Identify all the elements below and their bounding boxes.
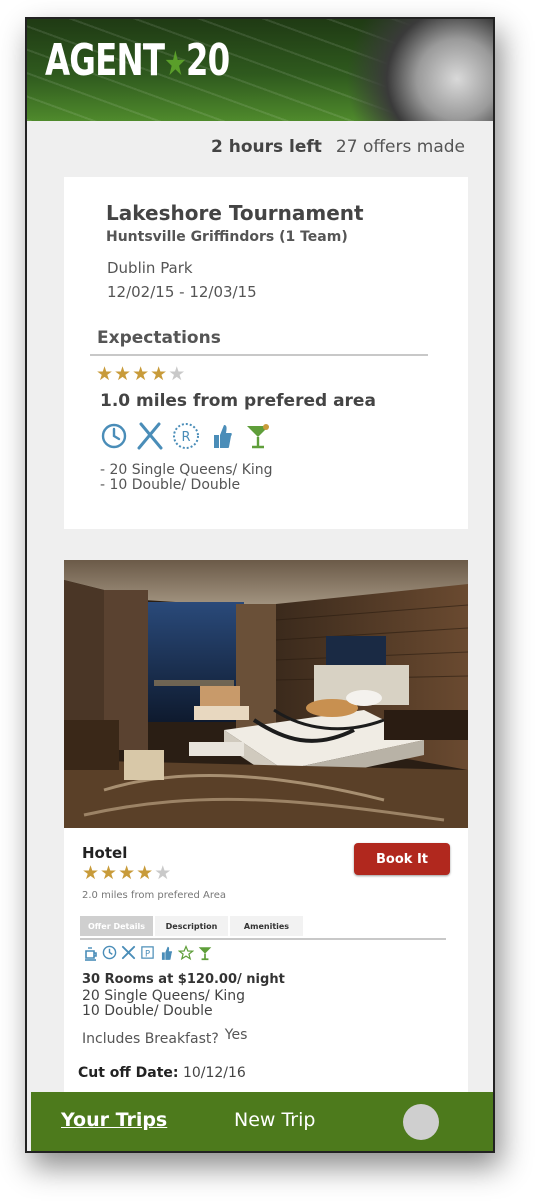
header-banner: AGENT★20 (27, 19, 493, 121)
cocktail-icon (244, 421, 272, 451)
clock-icon (101, 944, 118, 961)
breakfast-label: Includes Breakfast? (82, 1031, 219, 1047)
bottom-nav: Your Trips New Trip (31, 1092, 493, 1151)
parking-icon: P (139, 944, 156, 961)
trip-dates: 12/02/15 - 12/03/15 (107, 283, 257, 301)
offer-distance: 2.0 miles from prefered Area (82, 890, 227, 901)
breakfast-value: Yes (224, 1027, 248, 1043)
offer-type: Hotel (82, 844, 128, 862)
parking-icon: R (172, 421, 200, 451)
trip-title: Lakeshore Tournament (106, 201, 364, 225)
app-logo[interactable]: AGENT★20 (45, 39, 230, 84)
tab-description[interactable]: Description (155, 916, 228, 936)
room-line: 10 Double/ Double (82, 1003, 213, 1019)
svg-text:R: R (181, 430, 190, 445)
offer-rooms: 20 Single Queens/ King 10 Double/ Double (82, 989, 245, 1019)
restaurant-icon (136, 421, 164, 451)
cutoff-value: 10/12/16 (182, 1065, 246, 1081)
star-icon: ★ (82, 862, 101, 884)
time-left: 2 hours left (210, 137, 322, 157)
offer-amenities: P (82, 944, 213, 961)
star-icon: ★ (114, 363, 133, 385)
logo-text-20: 20 (185, 35, 230, 86)
restaurant-icon (120, 944, 137, 961)
breakfast-info: Includes Breakfast? Yes (82, 1027, 247, 1047)
expected-rooms: - 20 Single Queens/ King - 10 Double/ Do… (100, 463, 273, 493)
offer-card: Hotel Book It ★★★★★ 2.0 miles from prefe… (64, 560, 468, 1100)
star-icon: ★ (150, 363, 169, 385)
expected-distance: 1.0 miles from prefered area (100, 391, 376, 411)
avatar[interactable] (403, 1104, 439, 1140)
logo-text-agent: AGENT (45, 35, 165, 86)
trip-summary-card: Lakeshore Tournament Huntsville Griffind… (64, 177, 468, 529)
nav-new-trip[interactable]: New Trip (234, 1109, 315, 1131)
star-icon: ★ (100, 862, 119, 884)
expected-rating: ★★★★★ (96, 363, 186, 385)
logo-star-icon: ★ (164, 44, 187, 84)
offer-tabs: Offer Details Description Amenities (80, 916, 446, 940)
tab-offer-details[interactable]: Offer Details (80, 916, 153, 936)
trip-location: Dublin Park (107, 259, 193, 277)
tab-amenities[interactable]: Amenities (230, 916, 303, 936)
cocktail-icon (196, 944, 213, 961)
room-line: 20 Single Queens/ King (82, 988, 246, 1004)
divider (90, 354, 428, 356)
offer-rating: ★★★★★ (82, 862, 172, 884)
svg-text:P: P (145, 948, 150, 958)
star-icon (177, 944, 194, 961)
clock-icon (100, 421, 128, 451)
expectations-heading: Expectations (97, 328, 221, 348)
book-it-button[interactable]: Book It (354, 843, 450, 875)
room-line: - 10 Double/ Double (100, 477, 241, 493)
cutoff-date: Cut off Date: 10/12/16 (78, 1065, 246, 1081)
expected-amenities: R (100, 421, 272, 451)
team-name: Huntsville Griffindors (1 Team) (106, 229, 348, 245)
room-line: - 20 Single Queens/ King (100, 462, 273, 478)
star-empty-icon: ★ (168, 363, 187, 385)
phone-frame: AGENT★20 2 hours left 27 offers made Lake… (25, 17, 495, 1153)
offers-count: 27 offers made (335, 137, 465, 157)
star-icon: ★ (96, 363, 115, 385)
trip-status: 2 hours left 27 offers made (211, 137, 465, 157)
coffee-icon (82, 944, 99, 961)
star-icon: ★ (136, 862, 155, 884)
offer-rooms-price: 30 Rooms at $120.00/ night (82, 972, 285, 987)
star-icon: ★ (132, 363, 151, 385)
star-icon: ★ (118, 862, 137, 884)
cutoff-label: Cut off Date: (78, 1065, 179, 1081)
star-empty-icon: ★ (154, 862, 173, 884)
thumbs-up-icon (208, 421, 236, 451)
thumbs-up-icon (158, 944, 175, 961)
hotel-room-photo[interactable] (64, 560, 468, 828)
nav-your-trips[interactable]: Your Trips (61, 1109, 167, 1131)
